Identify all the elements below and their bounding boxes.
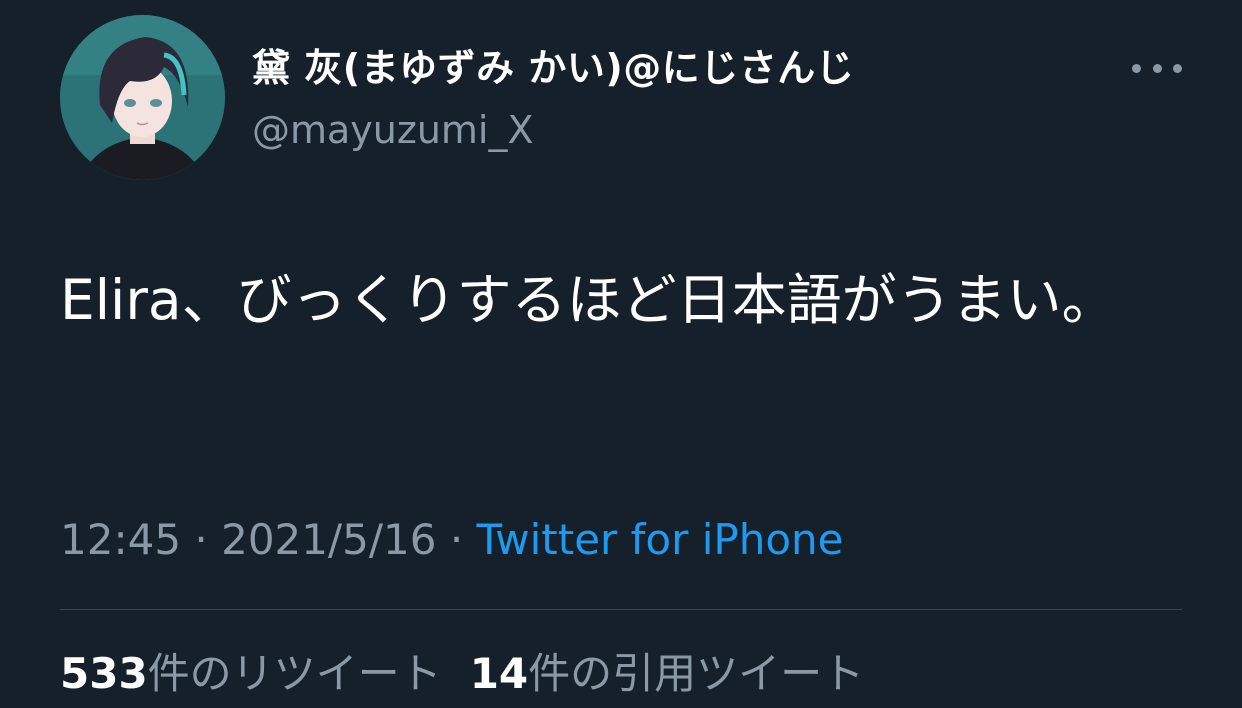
tweet-meta: 12:45 · 2021/5/16 · Twitter for iPhone [60, 512, 844, 568]
ellipsis-icon [1132, 63, 1141, 73]
meta-separator: · [194, 515, 222, 564]
tweet-time[interactable]: 12:45 [60, 515, 181, 564]
quotes-count: 14 [469, 649, 529, 698]
tweet-date[interactable]: 2021/5/16 [221, 515, 436, 564]
retweets-label: 件のリツイート [147, 649, 442, 698]
meta-separator: · [449, 515, 477, 564]
divider [60, 609, 1182, 610]
ellipsis-icon [1173, 63, 1182, 73]
retweets-stat[interactable]: 533件のリツイート [60, 649, 442, 698]
tweet-text: Elira、びっくりするほど日本語がうまい。 [60, 268, 1117, 332]
avatar-image [60, 15, 225, 180]
retweets-count: 533 [60, 649, 148, 698]
quote-tweets-stat[interactable]: 14件の引用ツイート [470, 649, 864, 698]
tweet-stats: 533件のリツイート 14件の引用ツイート [60, 646, 864, 702]
quotes-label: 件の引用ツイート [528, 649, 865, 698]
ellipsis-icon [1152, 63, 1162, 73]
author-avatar[interactable] [60, 15, 225, 180]
tweet-source-link[interactable]: Twitter for iPhone [477, 515, 844, 564]
author-handle[interactable]: @mayuzumi_X [252, 106, 534, 154]
more-options-button[interactable] [1126, 56, 1188, 80]
author-display-name[interactable]: 黛 灰(まゆずみ かい)@にじさんじ [252, 44, 854, 92]
